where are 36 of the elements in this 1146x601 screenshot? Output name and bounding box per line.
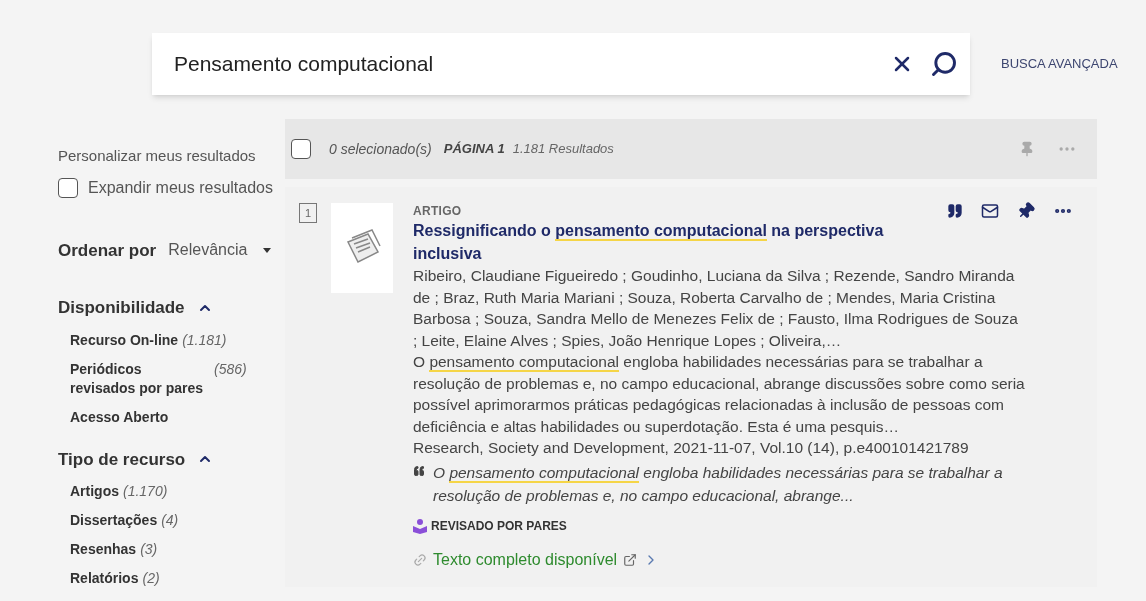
external-link-icon[interactable] bbox=[623, 552, 638, 567]
caret-icon[interactable] bbox=[263, 247, 272, 253]
email-icon[interactable] bbox=[981, 202, 999, 220]
peer-reviewed-label: REVISADO POR PARES bbox=[431, 517, 567, 535]
facet-item[interactable]: Dissertações (4) bbox=[70, 511, 179, 530]
facet-heading[interactable]: Disponibilidade bbox=[58, 295, 185, 321]
search-field[interactable]: Pensamento computacional bbox=[152, 33, 970, 95]
selected-count: 0 selecionado(s) bbox=[329, 139, 432, 159]
result-abstract: O pensamento computacional engloba habilidades necessárias para se trabalhar a resolução de problemas e, no campo educacional, abrange discussões sobre como seria possível aprimorarmos práticas pedagógicas relacionadas à inclusão de pessoas com deficiência e altas habilidades ou superdotação. Esta é uma pesquis… bbox=[413, 352, 1025, 437]
results-count: 1.181 Resultados bbox=[512, 140, 614, 159]
expand-checkbox[interactable] bbox=[58, 177, 78, 198]
facet-item[interactable]: Relatórios (2) bbox=[70, 569, 160, 588]
facet-heading[interactable]: Tipo de recurso bbox=[58, 446, 186, 472]
sort-label: Ordenar por bbox=[58, 239, 157, 262]
result-snippet: O pensamento computacional engloba habilidades necessárias para se trabalhar a resolução de problemas e, no campo educacional, abrange... bbox=[433, 462, 1004, 506]
quote-icon bbox=[413, 464, 425, 477]
sort-dropdown[interactable]: Relevância bbox=[168, 238, 272, 263]
facet-item[interactable]: Acesso Aberto bbox=[70, 407, 169, 427]
cite-icon[interactable] bbox=[947, 203, 963, 219]
peer-review-icon bbox=[413, 517, 427, 534]
result-number[interactable]: 1 bbox=[299, 203, 317, 223]
select-all-checkbox[interactable] bbox=[291, 139, 311, 159]
expand-label[interactable]: Expandir meus resultados bbox=[88, 175, 273, 200]
facet-item[interactable]: Artigos (1.170) bbox=[70, 482, 168, 501]
facet-item[interactable]: Recurso On-line (1.181) bbox=[70, 330, 227, 350]
result-title[interactable]: Ressignificando o pensamento computacional na perspectiva inclusiva bbox=[413, 219, 913, 265]
fulltext-link[interactable]: Texto completo disponível bbox=[433, 548, 618, 571]
personalize-label: Personalizar meus resultados bbox=[58, 146, 257, 166]
facet-item[interactable]: Resenhas (3) bbox=[70, 540, 158, 559]
result-type: ARTIGO bbox=[413, 203, 462, 219]
facet-item[interactable]: Periódicos revisados por pares (586) bbox=[70, 359, 247, 398]
advanced-search-link[interactable]: BUSCA AVANÇADA bbox=[1001, 54, 1118, 74]
page-label: PÁGINA 1 bbox=[443, 140, 505, 159]
result-authors: Ribeiro, Claudiane Figueiredo ; Goudinho, Luciana da Silva ; Rezende, Sandro Miranda de ; Braz, Ruth Maria Mariani ; Souza, Roberta Carvalho de ; Mendes, Maria Cristina Barbosa ; Souza, Sandra Mello de Menezes Felix de ; Fausto, Ilma Rodrigues de Souza ; Leite, Elaine Alves ; Spies, João Henrique Lopes ; Oliveira,… bbox=[413, 266, 1019, 351]
result-source: Research, Society and Development, 2021-11-07, Vol.10 (14), p.e400101421789 bbox=[413, 438, 970, 458]
search-icon[interactable] bbox=[930, 50, 958, 78]
